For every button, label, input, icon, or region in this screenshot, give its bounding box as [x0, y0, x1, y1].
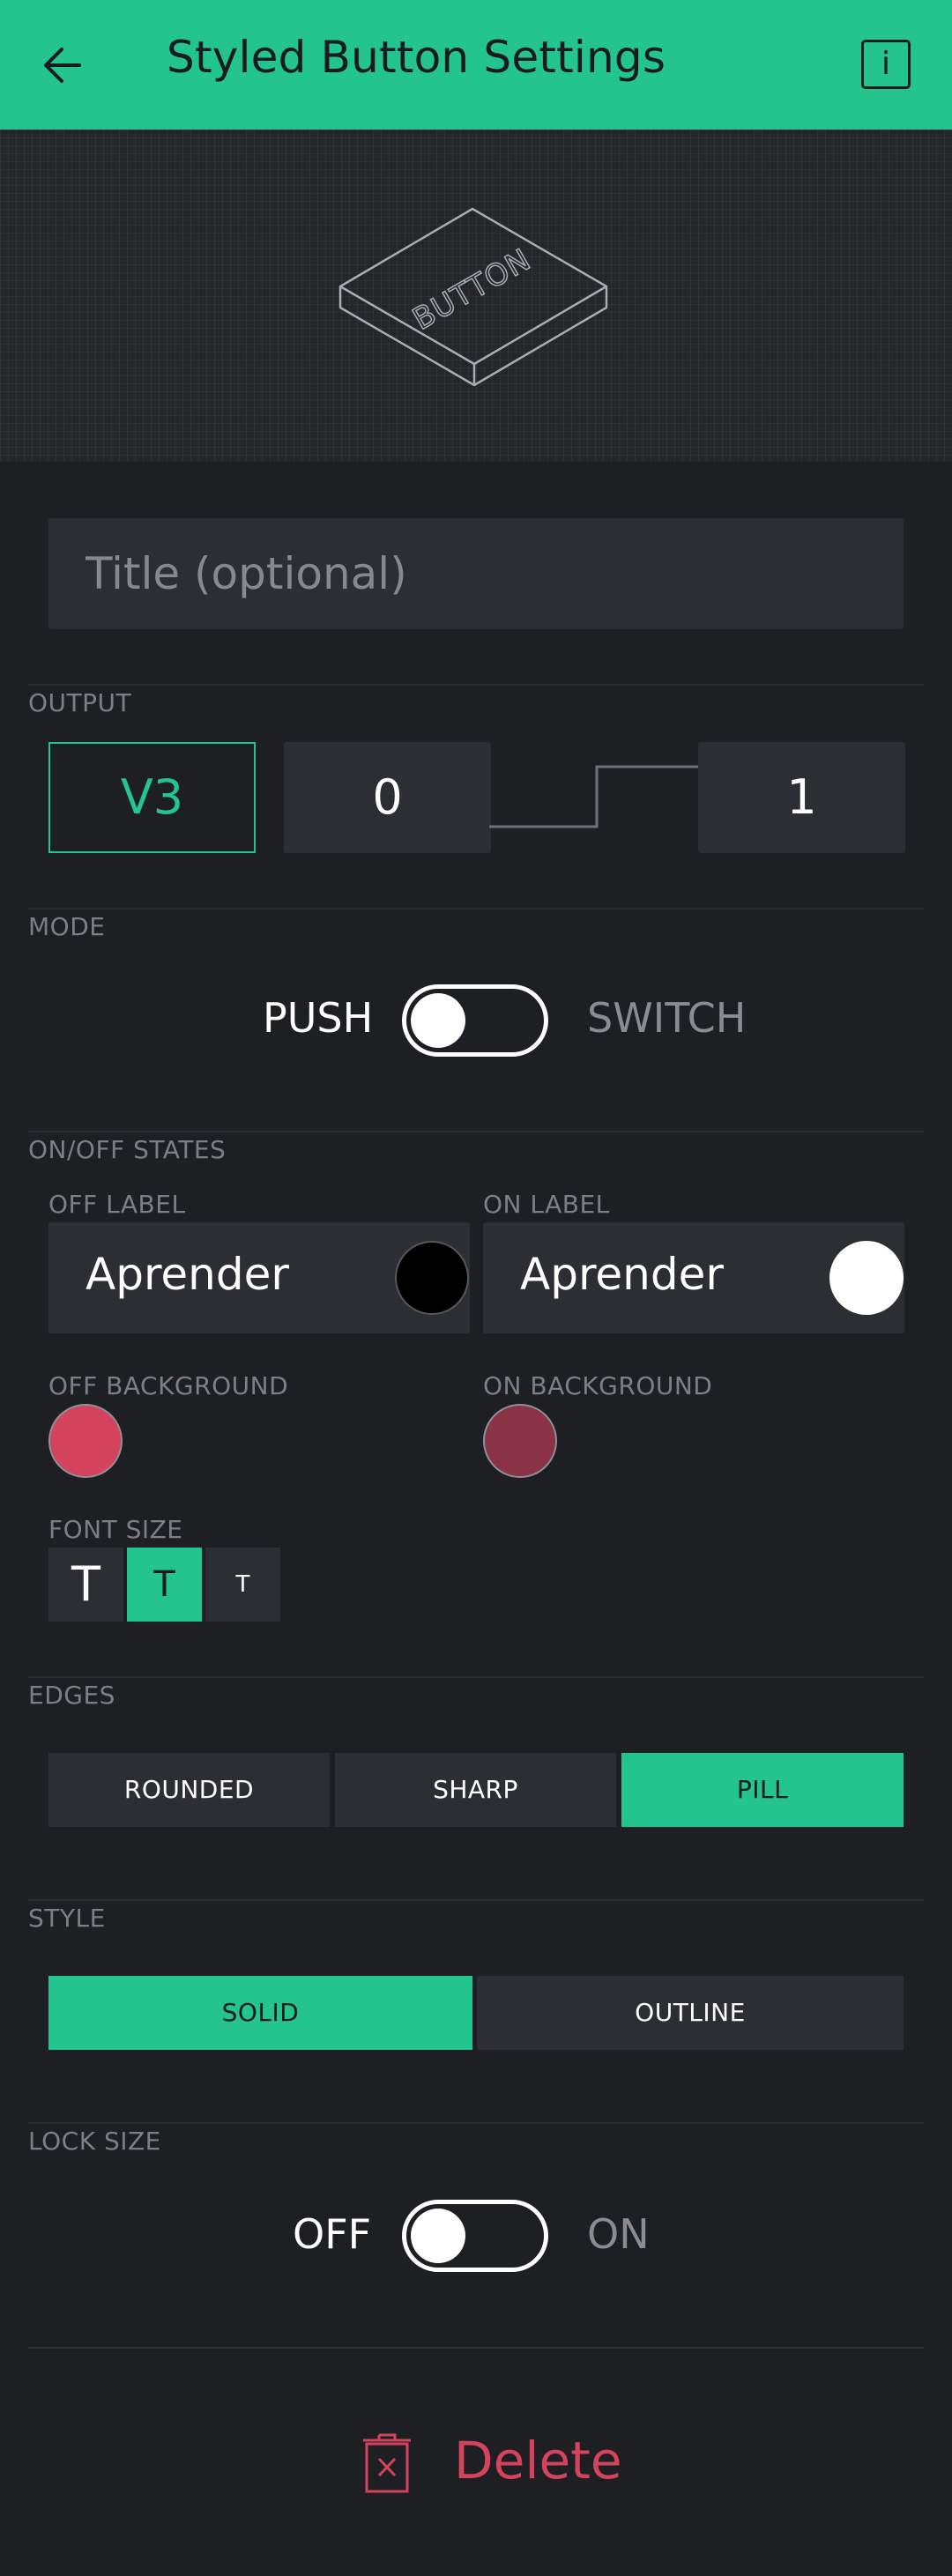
edges-pill-button[interactable]: PILL: [621, 1753, 904, 1827]
delete-button[interactable]: Delete: [454, 2431, 622, 2491]
mode-toggle[interactable]: [402, 984, 548, 1057]
button-preview-illustration: BUTTON: [338, 207, 608, 387]
info-icon[interactable]: i: [861, 40, 911, 89]
toggle-knob: [411, 2209, 465, 2263]
lock-size-off-label: OFF: [293, 2210, 372, 2258]
mode-switch-label: SWITCH: [587, 994, 747, 1042]
font-size-medium[interactable]: T: [127, 1548, 202, 1622]
mode-push-label: PUSH: [263, 994, 374, 1042]
trash-icon[interactable]: [360, 2430, 414, 2495]
style-solid-button[interactable]: SOLID: [48, 1976, 472, 2050]
style-section-label: STYLE: [28, 1904, 106, 1933]
font-size-small[interactable]: T: [205, 1548, 280, 1622]
arrow-left-icon[interactable]: [33, 39, 95, 92]
widget-preview: BUTTON: [0, 130, 952, 462]
off-background-caption: OFF BACKGROUND: [48, 1371, 289, 1400]
on-label-caption: ON LABEL: [483, 1190, 610, 1219]
lock-size-on-label: ON: [587, 2210, 650, 2258]
pin-selector[interactable]: V3: [48, 742, 256, 853]
off-label-value: Aprender: [86, 1249, 289, 1300]
page-title: Styled Button Settings: [167, 32, 666, 83]
off-text-color-picker[interactable]: [395, 1241, 469, 1315]
lock-size-section-label: LOCK SIZE: [28, 2127, 161, 2156]
divider: [28, 2122, 924, 2124]
on-label-value: Aprender: [520, 1249, 724, 1300]
font-size-large[interactable]: T: [48, 1548, 123, 1622]
divider: [28, 1899, 924, 1901]
off-background-color-picker[interactable]: [48, 1404, 123, 1478]
style-outline-button[interactable]: OUTLINE: [477, 1976, 904, 2050]
states-section-label: ON/OFF STATES: [28, 1135, 227, 1164]
edges-rounded-button[interactable]: ROUNDED: [48, 1753, 330, 1827]
edges-sharp-button[interactable]: SHARP: [335, 1753, 616, 1827]
toggle-knob: [411, 993, 465, 1048]
edges-section-label: EDGES: [28, 1681, 115, 1710]
font-size-caption: FONT SIZE: [48, 1515, 183, 1544]
lock-size-toggle[interactable]: [402, 2200, 548, 2272]
off-label-field[interactable]: Aprender: [48, 1222, 470, 1333]
on-background-caption: ON BACKGROUND: [483, 1371, 713, 1400]
output-section-label: OUTPUT: [28, 688, 132, 717]
off-value-field[interactable]: 0: [284, 742, 491, 853]
on-text-color-picker[interactable]: [829, 1241, 904, 1315]
mode-section-label: MODE: [28, 912, 106, 941]
on-label-field[interactable]: Aprender: [483, 1222, 904, 1333]
divider: [28, 684, 924, 686]
divider: [28, 1131, 924, 1132]
on-background-color-picker[interactable]: [483, 1404, 557, 1478]
divider: [28, 908, 924, 909]
on-value-field[interactable]: 1: [698, 742, 905, 853]
preview-button-label: BUTTON: [407, 242, 538, 338]
title-input[interactable]: [48, 518, 904, 629]
app-header: Styled Button Settings i: [0, 0, 952, 130]
off-label-caption: OFF LABEL: [48, 1190, 186, 1219]
step-signal-icon: [489, 765, 701, 828]
divider: [28, 2347, 924, 2349]
divider: [28, 1676, 924, 1678]
